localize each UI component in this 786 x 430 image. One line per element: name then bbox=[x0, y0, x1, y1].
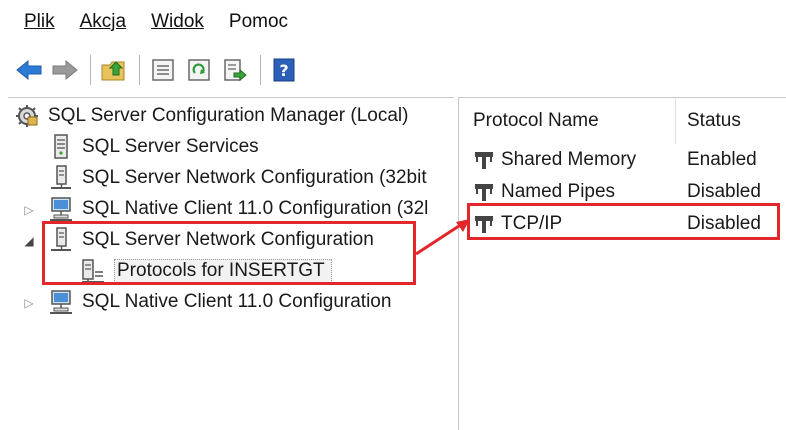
protocol-icon bbox=[471, 179, 497, 205]
back-arrow-icon bbox=[16, 59, 42, 81]
protocol-name: Shared Memory bbox=[501, 149, 637, 170]
expand-icon[interactable]: ▷ bbox=[22, 203, 36, 217]
tree-item-label: SQL Server Services bbox=[82, 136, 259, 157]
annotation-arrow bbox=[415, 219, 470, 256]
menu-widok[interactable]: Widok bbox=[151, 11, 204, 33]
export-list-button[interactable] bbox=[220, 55, 250, 85]
highlight-box-network-config bbox=[42, 221, 416, 285]
refresh-button[interactable] bbox=[184, 55, 214, 85]
protocol-name: Named Pipes bbox=[501, 181, 616, 202]
properties-icon bbox=[152, 59, 174, 81]
client-icon bbox=[48, 196, 74, 222]
svg-text:?: ? bbox=[279, 61, 288, 80]
tree-item-network-config-32bit[interactable]: SQL Server Network Configuration (32bit bbox=[48, 163, 427, 193]
menu-bar: Plik Akcja Widok Pomoc bbox=[0, 0, 786, 44]
help-button[interactable]: ? bbox=[269, 55, 299, 85]
refresh-icon bbox=[188, 59, 210, 81]
protocol-icon bbox=[471, 147, 497, 173]
highlight-box-tcp-ip bbox=[467, 203, 780, 240]
config-manager-icon bbox=[14, 103, 40, 129]
toolbar: ? bbox=[0, 46, 786, 94]
help-icon: ? bbox=[273, 58, 295, 82]
tree-item-label: SQL Native Client 11.0 Configuration bbox=[82, 291, 392, 312]
toolbar-separator bbox=[260, 55, 261, 85]
column-header-label: Status bbox=[687, 110, 741, 131]
column-header-status[interactable]: Status bbox=[687, 98, 741, 144]
tree-item-root[interactable]: SQL Server Configuration Manager (Local) bbox=[14, 101, 408, 131]
menu-plik[interactable]: Plik bbox=[24, 11, 55, 33]
column-header-label: Protocol Name bbox=[473, 110, 599, 131]
tree-item-native-client-32bit[interactable]: SQL Native Client 11.0 Configuration (32… bbox=[48, 194, 428, 224]
server-icon bbox=[48, 134, 74, 160]
menu-akcja[interactable]: Akcja bbox=[80, 11, 126, 33]
status-text: Disabled bbox=[687, 181, 761, 202]
properties-button[interactable] bbox=[148, 55, 178, 85]
client-icon bbox=[48, 289, 74, 315]
tree-item-label: SQL Server Network Configuration (32bit bbox=[82, 167, 427, 188]
tree-item-sql-server-services[interactable]: SQL Server Services bbox=[48, 132, 259, 162]
expand-icon[interactable]: ▷ bbox=[22, 296, 36, 310]
list-item-shared-memory[interactable]: Shared Memory bbox=[471, 145, 636, 175]
menu-pomoc[interactable]: Pomoc bbox=[229, 11, 288, 33]
tree-item-native-client[interactable]: SQL Native Client 11.0 Configuration bbox=[48, 287, 391, 317]
forward-button[interactable] bbox=[50, 55, 80, 85]
export-list-icon bbox=[224, 59, 247, 82]
toolbar-separator bbox=[90, 55, 91, 85]
forward-arrow-icon bbox=[52, 59, 78, 81]
column-divider[interactable] bbox=[675, 98, 676, 144]
tree-item-label: SQL Native Client 11.0 Configuration (32… bbox=[82, 198, 429, 219]
network-config-icon bbox=[48, 165, 74, 191]
up-one-level-button[interactable] bbox=[99, 55, 129, 85]
protocol-status: Enabled bbox=[687, 145, 757, 175]
tree-item-label: SQL Server Configuration Manager (Local) bbox=[48, 105, 409, 126]
up-folder-icon bbox=[101, 61, 125, 81]
collapse-icon[interactable]: ◢ bbox=[22, 234, 36, 248]
back-button[interactable] bbox=[14, 55, 44, 85]
details-pane: Protocol Name Status Shared Memory Enabl… bbox=[458, 97, 786, 430]
toolbar-separator bbox=[139, 55, 140, 85]
status-text: Enabled bbox=[687, 149, 757, 170]
column-header-protocol-name[interactable]: Protocol Name bbox=[473, 98, 599, 144]
